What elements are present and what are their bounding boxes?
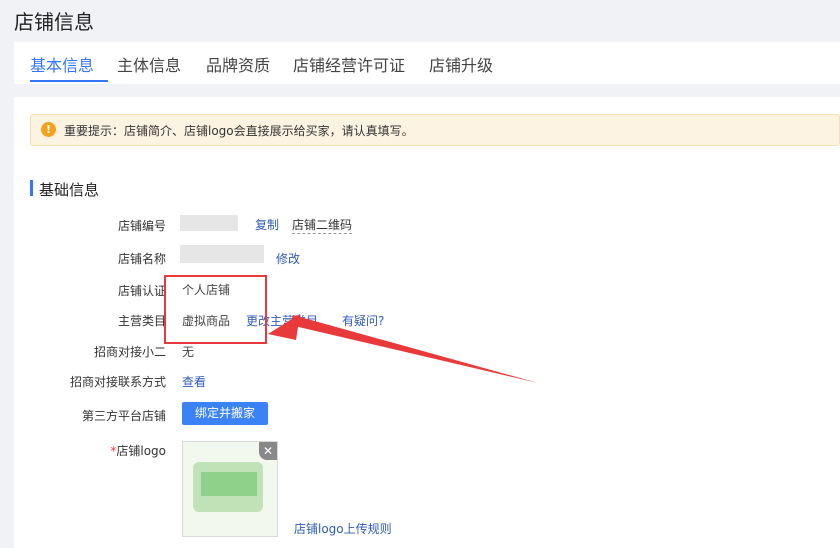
tabs-bar: 基本信息 主体信息 品牌资质 店铺经营许可证 店铺升级 xyxy=(14,42,840,84)
section-accent-bar xyxy=(30,180,33,196)
shop-logo-label: *店铺logo xyxy=(14,442,166,459)
shop-name-label: 店铺名称 xyxy=(117,252,166,266)
shop-logo-preview[interactable]: ✕ xyxy=(182,441,278,537)
active-tab-indicator xyxy=(30,80,108,82)
notice-text: 重要提示：店铺简介、店铺logo会直接展示给买家，请认真填写。 xyxy=(64,124,414,138)
tab-entity-info[interactable]: 主体信息 xyxy=(117,52,181,76)
contact-staff-value: 无 xyxy=(182,345,195,359)
view-contact-link[interactable]: 查看 xyxy=(182,373,206,390)
shop-qrcode-link[interactable]: 店铺二维码 xyxy=(292,216,353,234)
shop-cert-label: 店铺认证 xyxy=(117,284,166,298)
tab-business-license[interactable]: 店铺经营许可证 xyxy=(293,52,405,76)
contact-method-label: 招商对接联系方式 xyxy=(69,375,166,389)
notice-banner: ! 重要提示：店铺简介、店铺logo会直接展示给买家，请认真填写。 xyxy=(30,114,840,146)
warning-icon: ! xyxy=(41,122,56,137)
shop-id-value-redacted xyxy=(180,215,238,231)
shop-logo-label-text: 店铺logo xyxy=(116,444,166,458)
tab-basic-info[interactable]: 基本信息 xyxy=(30,52,94,76)
copy-link[interactable]: 复制 xyxy=(255,216,279,233)
logo-image-redacted-inner xyxy=(201,472,257,496)
third-party-label: 第三方平台店铺 xyxy=(81,409,166,423)
help-link[interactable]: 有疑问? xyxy=(342,312,384,329)
tab-shop-upgrade[interactable]: 店铺升级 xyxy=(429,52,493,76)
shop-id-label: 店铺编号 xyxy=(117,219,166,233)
contact-staff-label: 招商对接小二 xyxy=(93,345,166,359)
tab-brand-qualification[interactable]: 品牌资质 xyxy=(206,52,270,76)
section-title: 基础信息 xyxy=(39,181,100,199)
bind-and-move-button[interactable]: 绑定并搬家 xyxy=(182,402,268,425)
edit-shop-name-link[interactable]: 修改 xyxy=(276,250,300,267)
annotation-highlight-box xyxy=(164,275,267,344)
page-title: 店铺信息 xyxy=(14,10,94,34)
main-content: ! 重要提示：店铺简介、店铺logo会直接展示给买家，请认真填写。 基础信息 店… xyxy=(14,97,840,548)
shop-name-value-redacted xyxy=(180,245,264,263)
main-category-label: 主营类目 xyxy=(117,314,166,328)
logo-upload-rules-link[interactable]: 店铺logo上传规则 xyxy=(294,520,392,537)
close-icon[interactable]: ✕ xyxy=(259,442,277,460)
